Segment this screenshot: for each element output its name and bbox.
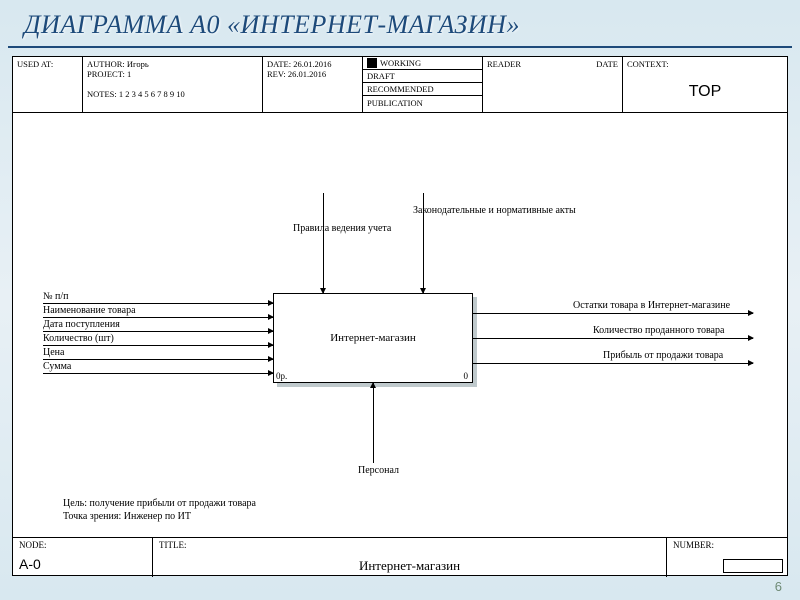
project-label: PROJECT: [87, 69, 125, 79]
input-label-6: Сумма [43, 361, 71, 374]
context-label: CONTEXT: [627, 59, 783, 69]
author-label: AUTHOR: [87, 59, 125, 69]
purpose-block: Цель: получение прибыли от продажи товар… [63, 497, 256, 523]
project-value: 1 [127, 69, 131, 79]
output-label-3: Прибыль от продажи товара [603, 350, 723, 361]
date-cell: DATE: 26.01.2016 REV: 26.01.2016 [263, 57, 363, 112]
activity-cost: 0р. [276, 371, 287, 381]
date-label: DATE: [267, 59, 291, 69]
title-value: Интернет-магазин [159, 558, 660, 574]
node-value: A-0 [19, 556, 146, 572]
activity-name: Интернет-магазин [330, 332, 416, 344]
author-cell: AUTHOR: Игорь PROJECT: 1 NOTES: 1 2 3 4 … [83, 57, 263, 112]
context-value: TOP [627, 83, 783, 101]
output-arrow-2 [473, 338, 753, 339]
status-publication: PUBLICATION [367, 98, 423, 108]
slide-title: ДИАГРАММА А0 «ИНТЕРНЕТ-МАГАЗИН» [8, 0, 792, 48]
mechanism-arrow [373, 383, 374, 463]
reader-date-label: DATE [596, 59, 618, 69]
activity-number: 0 [464, 371, 469, 381]
context-cell: CONTEXT: TOP [623, 57, 787, 112]
idef0-frame: USED AT: AUTHOR: Игорь PROJECT: 1 NOTES:… [12, 56, 788, 576]
control-label-2: Законодательные и нормативные акты [413, 205, 576, 216]
output-arrow-1 [473, 313, 753, 314]
footer-strip: NODE: A-0 TITLE: Интернет-магазин NUMBER… [13, 537, 787, 577]
notes-label: NOTES: [87, 89, 117, 99]
status-mark-icon [367, 58, 377, 68]
header-strip: USED AT: AUTHOR: Игорь PROJECT: 1 NOTES:… [13, 57, 787, 113]
purpose-line: Цель: получение прибыли от продажи товар… [63, 497, 256, 510]
number-label: NUMBER: [673, 540, 781, 550]
control-arrow-1 [323, 193, 324, 293]
status-working: WORKING [380, 58, 421, 68]
number-cell: NUMBER: [667, 538, 787, 577]
input-label-5: Цена [43, 347, 64, 360]
input-label-2: Наименование товара [43, 305, 136, 318]
input-arrow-6 [43, 373, 273, 374]
activity-box: Интернет-магазин 0р. 0 [273, 293, 473, 383]
input-label-1: № п/п [43, 291, 69, 304]
output-label-2: Количество проданного товара [593, 325, 724, 336]
author-value: Игорь [127, 59, 149, 69]
diagram-canvas: Интернет-магазин 0р. 0 Правила ведения у… [13, 113, 787, 537]
rev-label: REV: [267, 69, 286, 79]
node-label: NODE: [19, 540, 146, 550]
node-cell: NODE: A-0 [13, 538, 153, 577]
mechanism-label: Персонал [358, 465, 399, 476]
used-at-cell: USED AT: [13, 57, 83, 112]
title-label: TITLE: [159, 540, 660, 550]
title-cell: TITLE: Интернет-магазин [153, 538, 667, 577]
status-cell: WORKING DRAFT RECOMMENDED PUBLICATION [363, 57, 483, 112]
output-arrow-3 [473, 363, 753, 364]
viewpoint-line: Точка зрения: Инженер по ИТ [63, 510, 256, 523]
date-value: 26.01.2016 [293, 59, 331, 69]
notes-value: 1 2 3 4 5 6 7 8 9 10 [119, 89, 185, 99]
input-label-3: Дата поступления [43, 319, 120, 332]
output-label-1: Остатки товара в Интернет-магазине [573, 300, 730, 311]
control-label-1: Правила ведения учета [293, 223, 391, 234]
page-number: 6 [775, 579, 782, 594]
input-label-4: Количество (шт) [43, 333, 114, 346]
number-box [723, 559, 783, 573]
rev-value: 26.01.2016 [288, 69, 326, 79]
reader-cell: READER DATE [483, 57, 623, 112]
input-arrow-5 [43, 359, 273, 360]
status-draft: DRAFT [367, 71, 395, 81]
input-arrow-1 [43, 303, 273, 304]
reader-label: READER [487, 59, 521, 69]
status-recommended: RECOMMENDED [367, 84, 434, 94]
